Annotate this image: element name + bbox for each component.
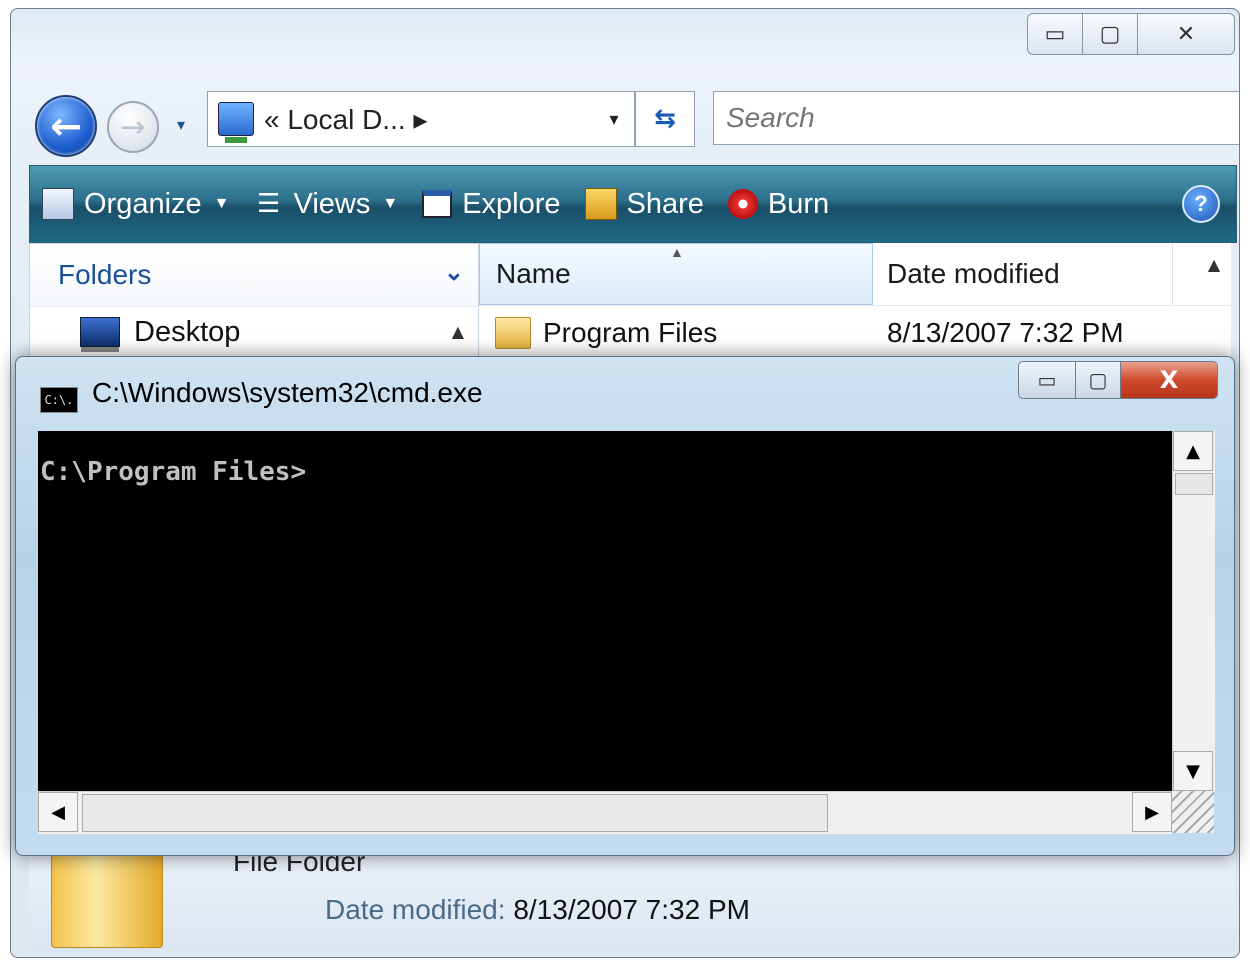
explorer-minimize-button[interactable]: ▭ — [1027, 13, 1083, 55]
views-icon: ☰ — [256, 189, 281, 219]
explorer-maximize-button[interactable]: ▢ — [1083, 13, 1138, 55]
refresh-button[interactable]: ⇆ — [635, 91, 695, 147]
explorer-caption-buttons: ▭ ▢ ✕ — [1027, 13, 1235, 55]
details-date-label: Date modified: — [325, 894, 506, 925]
folders-header[interactable]: Folders ⌄ — [30, 244, 478, 307]
folder-icon — [495, 317, 531, 349]
scroll-up-icon[interactable]: ▲ — [1173, 431, 1213, 471]
explore-icon — [422, 190, 453, 218]
organize-button[interactable]: Organize ▼ — [30, 166, 242, 242]
file-name: Program Files — [543, 317, 718, 348]
back-button[interactable]: ← — [35, 95, 97, 157]
console-output[interactable]: C:\Program Files> — [38, 431, 1172, 791]
details-date-value: 8/13/2007 7:32 PM — [513, 894, 750, 925]
organize-label: Organize — [84, 187, 202, 220]
share-label: Share — [626, 187, 704, 220]
address-bar[interactable]: « Local D... ▸ ▾ — [207, 91, 635, 147]
address-dropdown-icon[interactable]: ▾ — [593, 109, 634, 130]
burn-label: Burn — [767, 187, 830, 220]
desktop-icon — [80, 317, 120, 352]
chevron-down-icon: ▼ — [213, 195, 230, 212]
organize-icon — [42, 188, 74, 220]
explore-label: Explore — [462, 187, 561, 220]
scroll-right-icon[interactable]: ▶ — [1132, 792, 1172, 832]
nav-item-label: Desktop — [134, 315, 241, 348]
folder-icon — [51, 842, 163, 948]
forward-arrow-icon: → — [120, 109, 146, 145]
folders-label: Folders — [58, 259, 152, 290]
cmd-maximize-button[interactable]: ▢ — [1076, 361, 1121, 399]
help-icon: ? — [1194, 191, 1208, 216]
cmd-minimize-button[interactable]: ▭ — [1018, 361, 1076, 399]
views-label: Views — [293, 187, 371, 220]
recent-pages-dropdown[interactable]: ▾ — [177, 115, 185, 134]
burn-button[interactable]: Burn — [716, 166, 841, 242]
command-bar: Organize ▼ ☰ Views ▼ Explore Share Burn … — [29, 165, 1237, 243]
search-input[interactable] — [713, 91, 1239, 145]
cmd-window: C:\. C:\Windows\system32\cmd.exe ▭ ▢ X C… — [15, 356, 1235, 856]
column-header-date[interactable]: Date modified — [873, 243, 1173, 305]
column-name-label: Name — [496, 258, 571, 289]
horizontal-scroll-thumb[interactable] — [82, 794, 828, 832]
chevron-down-icon[interactable]: ⌄ — [444, 258, 464, 287]
views-button[interactable]: ☰ Views ▼ — [242, 166, 411, 242]
nav-item-desktop[interactable]: Desktop — [30, 307, 478, 357]
sort-ascending-icon: ▲ — [670, 244, 684, 260]
share-icon — [584, 188, 617, 220]
cmd-icon[interactable]: C:\. — [40, 387, 78, 413]
resize-grip[interactable] — [1172, 791, 1214, 833]
file-date: 8/13/2007 7:32 PM — [887, 317, 1124, 348]
console-horizontal-scrollbar[interactable]: ◀ ▶ — [38, 791, 1172, 834]
file-row[interactable]: Program Files 8/13/2007 7:32 PM — [479, 306, 1231, 360]
vertical-scroll-thumb[interactable] — [1175, 473, 1213, 495]
explorer-close-button[interactable]: ✕ — [1138, 13, 1235, 55]
address-breadcrumb[interactable]: « Local D... ▸ — [264, 103, 593, 136]
file-list-scroll-up-icon[interactable]: ▲ — [1201, 255, 1227, 274]
cmd-close-button[interactable]: X — [1121, 361, 1218, 399]
column-date-label: Date modified — [887, 258, 1060, 289]
computer-icon — [218, 102, 254, 143]
cmd-caption-buttons: ▭ ▢ X — [1018, 361, 1218, 399]
console-vertical-scrollbar[interactable]: ▲ ▼ — [1172, 431, 1215, 791]
explore-button[interactable]: Explore — [410, 166, 572, 242]
column-header-name[interactable]: ▲ Name — [479, 243, 873, 305]
chevron-down-icon: ▼ — [382, 195, 399, 212]
scroll-left-icon[interactable]: ◀ — [38, 792, 78, 832]
help-button[interactable]: ? — [1182, 185, 1220, 223]
column-header-more[interactable] — [1173, 243, 1231, 305]
column-headers: ▲ Name Date modified — [479, 243, 1231, 306]
share-button[interactable]: Share — [573, 166, 716, 242]
file-name-cell: Program Files — [479, 317, 873, 349]
scroll-down-icon[interactable]: ▼ — [1173, 751, 1213, 791]
forward-button[interactable]: → — [107, 101, 159, 153]
refresh-icon: ⇆ — [654, 104, 676, 134]
back-arrow-icon: ← — [50, 104, 82, 148]
details-date: Date modified: 8/13/2007 7:32 PM — [325, 894, 750, 926]
cmd-window-title: C:\Windows\system32\cmd.exe — [92, 377, 483, 408]
burn-disc-icon — [727, 189, 758, 219]
nav-scroll-up-icon[interactable]: ▲ — [452, 322, 464, 341]
